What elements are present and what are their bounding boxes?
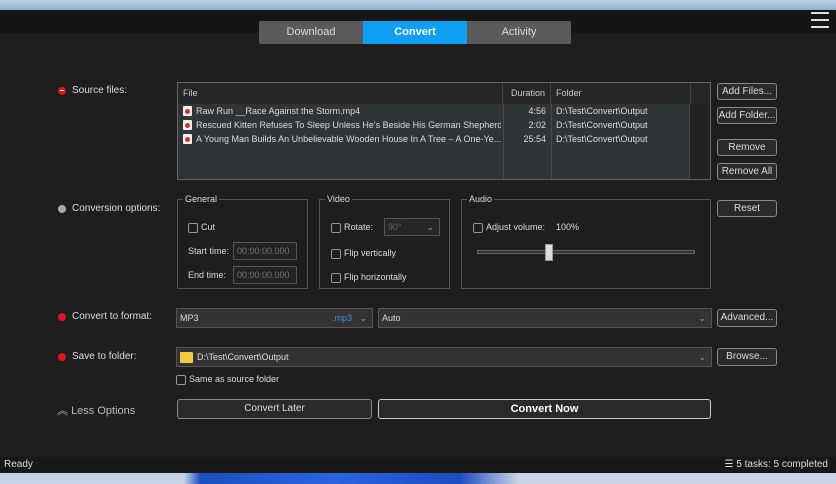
conversion-options-label: Conversion options: xyxy=(58,203,160,214)
start-time-label: Start time: xyxy=(188,246,230,256)
tab-download[interactable]: Download xyxy=(259,21,363,44)
source-files-text: Source files: xyxy=(72,85,128,96)
remove-all-button[interactable]: Remove All xyxy=(717,163,777,180)
chevron-down-icon: ⌄ xyxy=(698,352,706,362)
tab-activity[interactable]: Activity xyxy=(467,21,571,44)
less-options-toggle[interactable]: ︽ Less Options xyxy=(57,402,135,418)
desktop-background-top xyxy=(0,0,836,10)
format-label-text: Convert to format: xyxy=(72,311,153,322)
video-legend: Video xyxy=(327,194,350,204)
convert-later-button[interactable]: Convert Later xyxy=(177,399,372,419)
add-folder-button[interactable]: Add Folder... xyxy=(717,107,777,124)
browse-button[interactable]: Browse... xyxy=(717,348,777,366)
format-select[interactable]: MP3 .mp3 ⌄ xyxy=(176,308,373,328)
duration: 4:56 xyxy=(528,106,546,116)
video-group: Video Rotate: 90° ⌄ Flip vertically Flip … xyxy=(319,194,450,289)
start-time-input[interactable]: 00:00:00.000 xyxy=(233,242,297,260)
status-dot-icon xyxy=(58,312,66,321)
volume-slider-track[interactable] xyxy=(477,250,695,254)
file-name: Rescued Kitten Refuses To Sleep Unless H… xyxy=(196,120,501,130)
audio-group: Audio Adjust volume: 100% xyxy=(461,194,711,289)
rotate-checkbox[interactable]: Rotate: xyxy=(331,222,373,233)
table-row[interactable]: Rescued Kitten Refuses To Sleep Unless H… xyxy=(178,118,690,132)
chevron-down-icon: ⌄ xyxy=(426,222,434,232)
adjust-volume-checkbox[interactable]: Adjust volume: xyxy=(473,222,545,233)
tasks-summary[interactable]: ☰ 5 tasks: 5 completed xyxy=(725,459,828,470)
video-file-icon xyxy=(183,120,192,130)
status-dot-icon xyxy=(58,204,66,213)
volume-slider-thumb[interactable] xyxy=(544,244,553,261)
same-as-source-checkbox[interactable]: Same as source folder xyxy=(176,374,279,385)
reset-button[interactable]: Reset xyxy=(717,200,777,217)
conversion-options-text: Conversion options: xyxy=(72,203,161,214)
file-name: A Young Man Builds An Unbelievable Woode… xyxy=(196,134,501,144)
status-bar xyxy=(0,457,836,473)
column-file[interactable]: File xyxy=(178,83,503,104)
double-chevron-up-icon: ︽ xyxy=(57,405,68,417)
file-name: Raw Run __Race Against the Storm.mp4 xyxy=(196,106,361,116)
convert-to-format-label: Convert to format: xyxy=(58,311,152,322)
video-file-icon xyxy=(183,106,192,116)
hamburger-menu-icon[interactable] xyxy=(811,12,829,28)
general-legend: General xyxy=(185,194,218,204)
column-duration[interactable]: Duration xyxy=(503,83,551,104)
remove-circle-icon xyxy=(58,86,66,95)
chevron-down-icon: ⌄ xyxy=(359,313,367,323)
flip-vertically-checkbox[interactable]: Flip vertically xyxy=(331,248,396,259)
cut-checkbox[interactable]: Cut xyxy=(188,222,215,233)
advanced-button[interactable]: Advanced... xyxy=(717,309,777,327)
save-label-text: Save to folder: xyxy=(72,351,137,362)
desktop-background-bottom xyxy=(0,473,836,484)
tab-bar: Download Convert Activity xyxy=(259,21,571,44)
table-row[interactable]: Raw Run __Race Against the Storm.mp4 4:56… xyxy=(178,104,690,118)
end-time-input[interactable]: 00:00:00.000 xyxy=(233,266,297,284)
folder-icon xyxy=(180,352,193,363)
end-time-label: End time: xyxy=(188,270,227,280)
audio-legend: Audio xyxy=(469,194,493,204)
folder: D:\Test\Convert\Output xyxy=(556,106,648,116)
general-group: General Cut Start time: 00:00:00.000 End… xyxy=(177,194,308,289)
video-file-icon xyxy=(183,134,192,144)
folder: D:\Test\Convert\Output xyxy=(556,134,648,144)
format-extension: .mp3 xyxy=(331,313,352,323)
tab-convert[interactable]: Convert xyxy=(363,21,467,44)
list-icon: ☰ xyxy=(724,459,734,470)
add-files-button[interactable]: Add Files... xyxy=(717,83,777,100)
volume-value: 100% xyxy=(556,222,580,232)
rotate-select[interactable]: 90° ⌄ xyxy=(384,218,440,236)
duration: 25:54 xyxy=(523,134,546,144)
source-files-label: Source files: xyxy=(58,85,127,96)
convert-now-button[interactable]: Convert Now xyxy=(378,399,711,419)
flip-horizontally-checkbox[interactable]: Flip horizontally xyxy=(331,272,407,283)
column-folder[interactable]: Folder xyxy=(551,83,691,104)
duration: 2:02 xyxy=(528,120,546,130)
chevron-down-icon: ⌄ xyxy=(698,313,706,323)
remove-button[interactable]: Remove xyxy=(717,139,777,156)
status-text: Ready xyxy=(4,459,33,470)
status-dot-icon xyxy=(58,352,66,361)
save-to-folder-label: Save to folder: xyxy=(58,351,136,362)
save-folder-select[interactable]: D:\Test\Convert\Output ⌄ xyxy=(176,347,712,367)
source-files-table[interactable]: File Duration Folder Raw Run __Race Agai… xyxy=(177,82,711,180)
folder: D:\Test\Convert\Output xyxy=(556,120,648,130)
table-row[interactable]: A Young Man Builds An Unbelievable Woode… xyxy=(178,132,690,146)
quality-select[interactable]: Auto ⌄ xyxy=(378,308,712,328)
